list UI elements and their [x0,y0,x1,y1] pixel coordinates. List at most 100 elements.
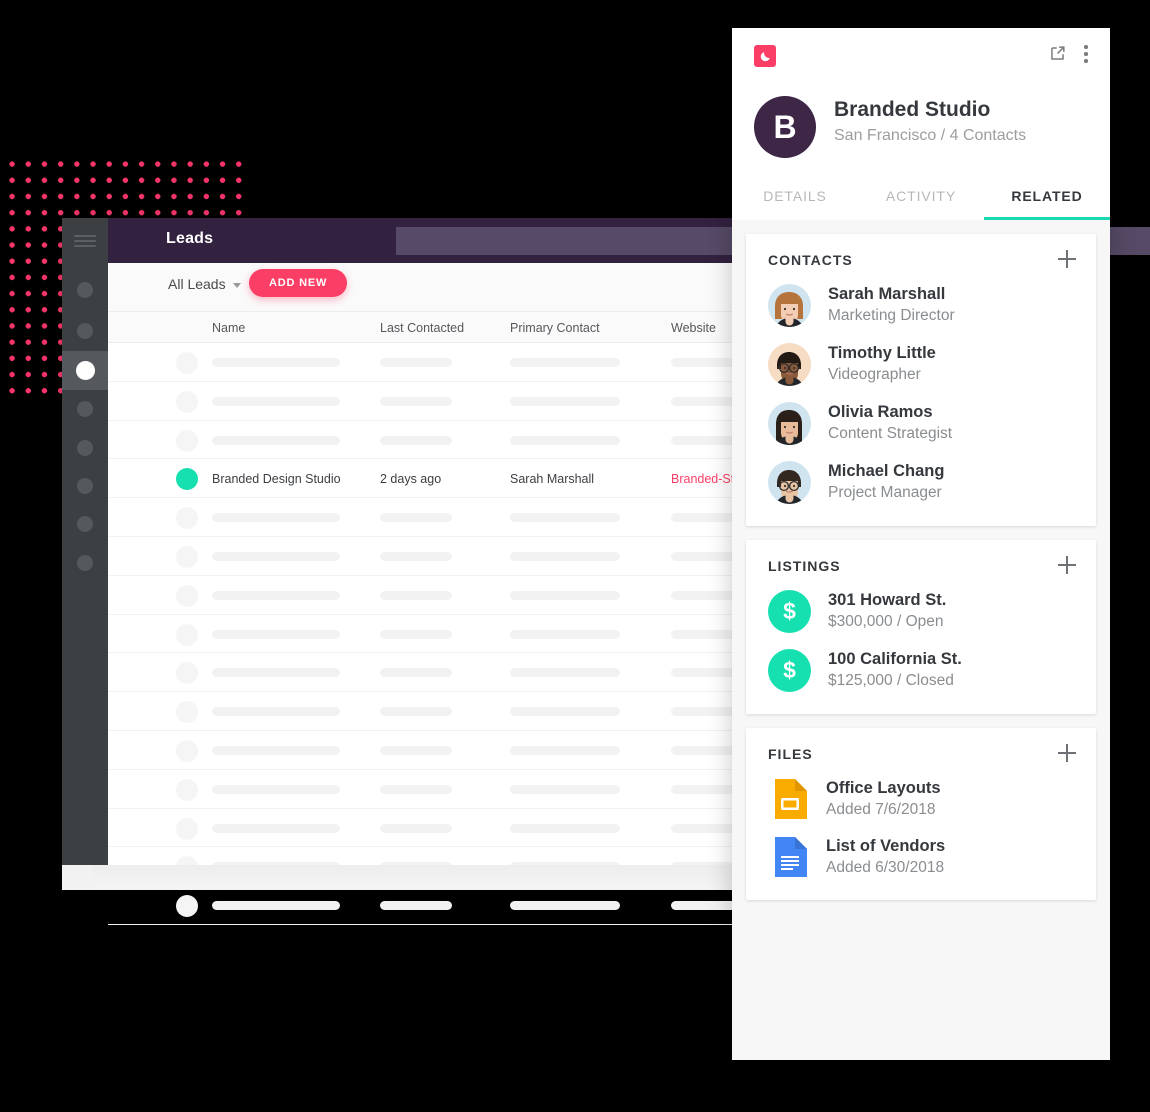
nav-dot-icon [77,400,93,417]
screenshot-root: Leads All Leads ADD NEW Name Last Contac… [0,0,1150,1112]
file-list-item[interactable]: Office Layouts Added 7/6/2018 [768,778,1074,820]
dollar-icon: $ [768,590,811,633]
add-file-plus-icon[interactable] [1058,744,1076,762]
listing-list-item[interactable]: $100 California St. $125,000 / Closed [768,649,1074,692]
filter-label: All Leads [168,276,226,292]
row-avatar-dot [176,778,198,801]
placeholder-bar [380,551,452,561]
placeholder-bar [380,784,452,794]
page-title: Leads [166,230,214,247]
tab-activity[interactable]: ACTIVITY [858,178,984,220]
placeholder-bar [510,513,620,523]
placeholder-bar [380,590,452,600]
contact-role: Project Manager [828,484,942,502]
all-leads-filter-dropdown[interactable]: All Leads [168,276,241,292]
placeholder-bar [510,358,620,367]
nav-dot-icon [77,281,93,298]
nav-dot-icon [77,554,93,571]
more-vertical-icon[interactable] [1084,45,1088,66]
placeholder-bar [212,823,340,833]
add-listing-plus-icon[interactable] [1058,556,1076,574]
placeholder-bar [212,745,340,755]
company-detail-panel: B Branded Studio San Francisco / 4 Conta… [732,28,1110,1060]
open-external-icon[interactable] [1048,44,1067,68]
nav-dot-icon [77,439,93,456]
hamburger-menu-icon[interactable] [74,235,96,247]
row-avatar-dot [176,507,198,530]
contact-avatar [768,402,811,445]
sidebar-nav-item-6[interactable] [62,466,108,505]
sidebar-nav-item-2[interactable] [62,311,108,350]
contact-list-item[interactable]: Timothy Little Videographer [768,343,1074,386]
row-avatar-dot [176,429,198,452]
listing-address: 301 Howard St. [828,591,947,610]
placeholder-bar [212,396,340,406]
sidebar-nav-item-3-active[interactable] [62,351,108,390]
placeholder-bar [212,551,340,561]
placeholder-bar [380,435,452,445]
row-avatar-dot [176,817,198,840]
row-avatar-dot [176,468,198,491]
listings-card-title: LISTINGS [768,558,841,574]
placeholder-bar [510,784,620,794]
listing-address: 100 California St. [828,650,962,669]
sidebar-nav-item-5[interactable] [62,428,108,467]
listing-list-item[interactable]: $301 Howard St. $300,000 / Open [768,590,1074,633]
row-avatar-dot [176,739,198,762]
crescent-moon-icon [754,45,776,67]
row-avatar-dot [176,701,198,724]
contact-list-item[interactable]: Olivia Ramos Content Strategist [768,402,1074,445]
column-header-primary-contact: Primary Contact [510,321,600,335]
nav-dot-icon [77,477,93,494]
contacts-card: CONTACTS Sarah Marshall Marketing Directo… [746,234,1096,526]
contacts-card-title: CONTACTS [768,252,853,268]
tab-related[interactable]: RELATED [984,178,1110,220]
placeholder-bar [212,590,340,600]
placeholder-bar [212,707,340,717]
files-card-title: FILES [768,746,813,762]
contact-list-item[interactable]: Sarah Marshall Marketing Director [768,284,1074,327]
placeholder-bar [212,513,340,523]
nav-dot-icon [77,322,93,339]
row-avatar-dot [176,545,198,568]
contact-avatar [768,461,811,504]
placeholder-bar [510,823,620,833]
sidebar-nav-item-4[interactable] [62,389,108,428]
add-contact-plus-icon[interactable] [1058,250,1076,268]
contact-name: Timothy Little [828,344,936,363]
contact-avatar [768,343,811,386]
row-avatar-dot [176,623,198,646]
panel-header: B Branded Studio San Francisco / 4 Conta… [732,28,1110,220]
column-header-website: Website [671,321,716,335]
placeholder-bar [510,668,620,678]
files-list: Office Layouts Added 7/6/2018 List of Vend… [768,778,1074,878]
row-avatar-dot [176,662,198,685]
contact-list-item[interactable]: Michael Chang Project Manager [768,461,1074,504]
file-list-item[interactable]: List of Vendors Added 6/30/2018 [768,836,1074,878]
placeholder-bar [510,629,620,639]
placeholder-bar [380,707,452,717]
add-new-button[interactable]: ADD NEW [249,269,348,297]
placeholder-bar [380,513,452,523]
placeholder-bar [212,435,340,445]
cell-last-contacted: 2 days ago [380,472,442,487]
contact-name: Olivia Ramos [828,403,933,422]
listings-card: LISTINGS $301 Howard St. $300,000 / Open $… [746,540,1096,714]
placeholder-bar [380,823,452,833]
cell-name: Branded Design Studio [212,472,341,487]
placeholder-bar [212,784,340,794]
panel-tabs: DETAILS ACTIVITY RELATED [732,178,1110,220]
tab-details[interactable]: DETAILS [732,178,858,220]
sidebar-nav-item-8[interactable] [62,543,108,582]
sidebar-nav-item-1[interactable] [62,270,108,309]
placeholder-bar [380,358,452,367]
sidebar-nav-item-7[interactable] [62,504,108,543]
company-name: Branded Studio [834,98,991,121]
contact-name: Sarah Marshall [828,285,946,304]
placeholder-bar [510,901,620,911]
file-added-date: Added 6/30/2018 [826,858,945,876]
contact-avatar [768,284,811,327]
listing-detail: $300,000 / Open [828,613,944,631]
placeholder-bar [510,551,620,561]
nav-dot-icon [75,361,95,380]
